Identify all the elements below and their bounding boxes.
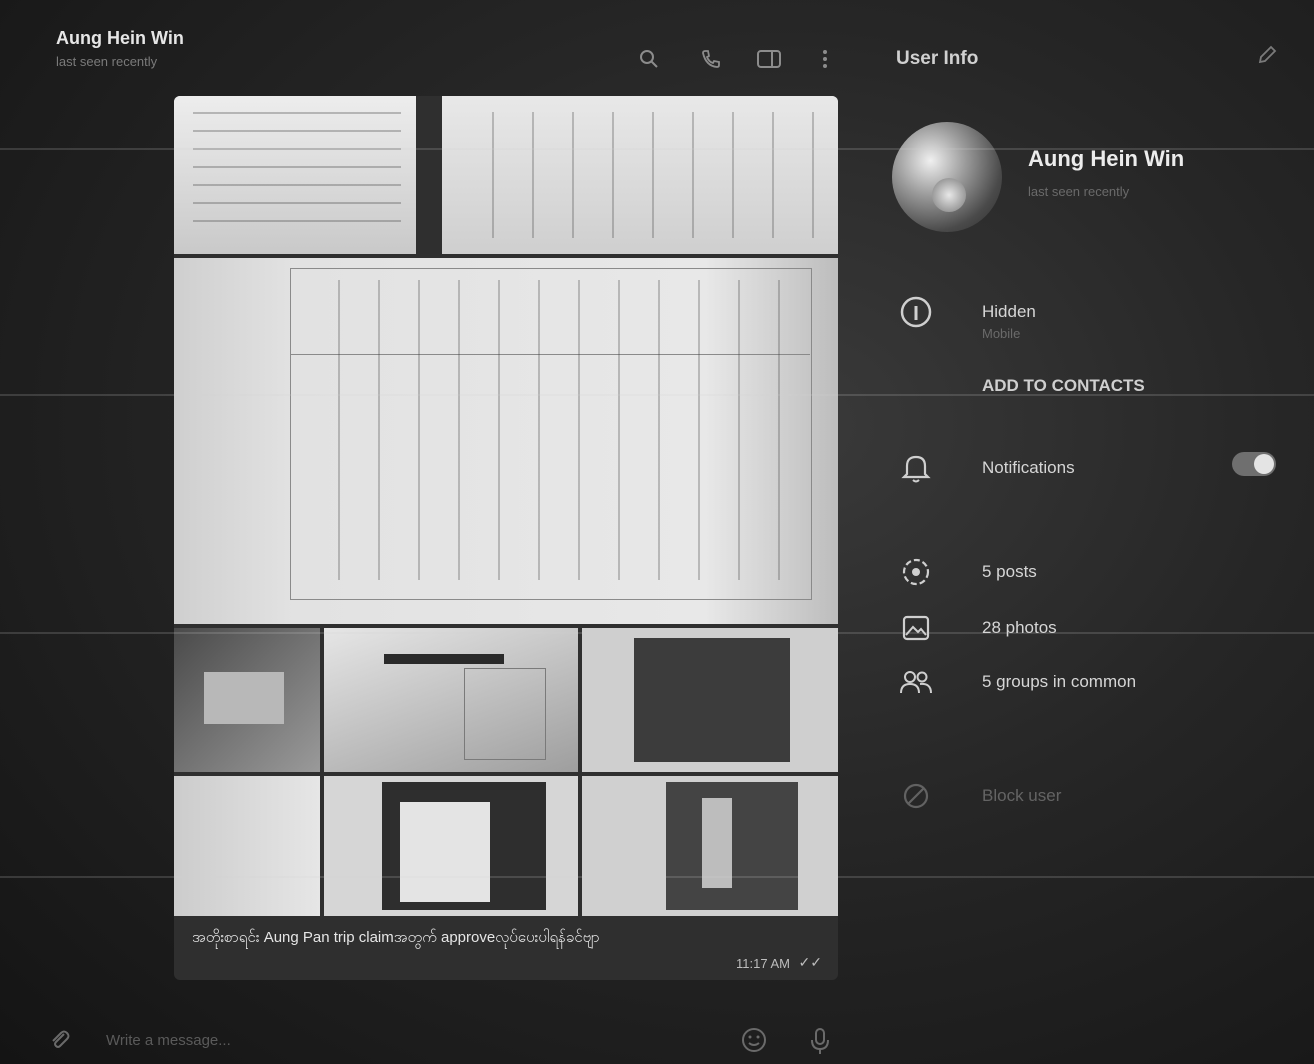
- groups-icon: [896, 662, 936, 702]
- message-caption: အတိုးစာရင်း Aung Pan trip claimအတွက် app…: [192, 929, 600, 946]
- read-ticks-icon: ✓✓: [798, 954, 822, 970]
- phone-value: Hidden: [982, 302, 1036, 321]
- telegram-window: Aung Hein Win last seen recently အတိုးစာ…: [0, 0, 1314, 1064]
- sidebar-icon[interactable]: [756, 46, 782, 72]
- photo-album-message[interactable]: အတိုးစာရင်း Aung Pan trip claimအတွက် app…: [174, 96, 838, 980]
- notifications-row[interactable]: Notifications: [896, 448, 1286, 488]
- edit-icon[interactable]: [1256, 44, 1278, 71]
- notifications-toggle[interactable]: [1232, 452, 1276, 476]
- scan-line: [0, 394, 1314, 396]
- album-photo[interactable]: [442, 96, 838, 254]
- more-icon[interactable]: [812, 46, 838, 72]
- message-input[interactable]: Write a message...: [106, 1032, 231, 1049]
- block-label: Block user: [982, 786, 1062, 805]
- add-to-contacts-button[interactable]: ADD TO CONTACTS: [982, 376, 1145, 396]
- profile-status: last seen recently: [1028, 184, 1130, 199]
- album-photo[interactable]: [174, 776, 320, 916]
- panel-title: User Info: [896, 48, 979, 69]
- photo-icon: [896, 608, 936, 648]
- stories-icon: [896, 552, 936, 592]
- phone-icon[interactable]: [698, 46, 724, 72]
- microphone-icon[interactable]: [808, 1026, 832, 1061]
- chat-header: Aung Hein Win last seen recently: [0, 0, 860, 90]
- album-photo[interactable]: [324, 776, 578, 916]
- scan-line: [0, 876, 1314, 878]
- message-time: 11:17 AM: [736, 956, 790, 971]
- posts-row[interactable]: 5 posts: [896, 552, 1286, 592]
- posts-count: 5 posts: [982, 562, 1037, 581]
- phone-row[interactable]: Hidden Mobile: [896, 292, 1286, 341]
- user-info-panel: User Info Aung Hein Win last seen recent…: [860, 0, 1314, 1064]
- bell-icon: [896, 448, 936, 488]
- info-icon: [896, 292, 936, 332]
- block-row[interactable]: Block user: [896, 776, 1286, 816]
- album-photo[interactable]: [174, 258, 838, 624]
- chat-status: last seen recently: [56, 54, 158, 69]
- album-photo[interactable]: [174, 628, 320, 772]
- avatar[interactable]: [892, 122, 1002, 232]
- album-photo[interactable]: [582, 628, 838, 772]
- chat-title[interactable]: Aung Hein Win: [56, 28, 184, 49]
- notifications-label: Notifications: [982, 458, 1075, 477]
- album-photo[interactable]: [174, 96, 416, 254]
- groups-count: 5 groups in common: [982, 672, 1137, 691]
- groups-row[interactable]: 5 groups in common: [896, 662, 1286, 702]
- photos-row[interactable]: 28 photos: [896, 608, 1286, 648]
- attach-icon[interactable]: [46, 1026, 72, 1057]
- album-photo[interactable]: [324, 628, 578, 772]
- emoji-icon[interactable]: [740, 1026, 768, 1059]
- scan-line: [0, 632, 1314, 634]
- scan-line: [0, 148, 1314, 150]
- block-icon: [896, 776, 936, 816]
- search-icon[interactable]: [636, 46, 662, 72]
- photos-count: 28 photos: [982, 618, 1057, 637]
- phone-type: Mobile: [982, 326, 1021, 341]
- album-photo[interactable]: [582, 776, 838, 916]
- message-composer: Write a message...: [0, 1010, 860, 1064]
